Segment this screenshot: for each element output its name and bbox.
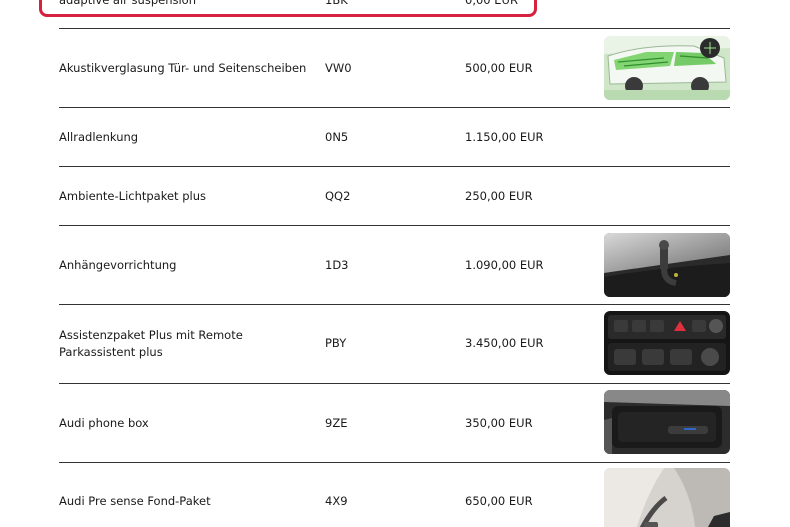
table-row: Ambiente-Lichtpaket plus QQ2 250,00 EUR <box>59 167 730 226</box>
option-price: 350,00 EUR <box>465 416 533 430</box>
option-price: 1.150,00 EUR <box>465 130 544 144</box>
option-code: PBY <box>325 336 347 350</box>
option-code: 1BK <box>325 0 348 7</box>
table-row: Assistenzpaket Plus mit Remote Parkassis… <box>59 305 730 384</box>
table-row: Allradlenkung 0N5 1.150,00 EUR <box>59 108 730 167</box>
tow-hitch-photo[interactable] <box>604 233 730 297</box>
option-code: 0N5 <box>325 130 349 144</box>
rear-seatbelt-photo[interactable] <box>604 468 730 527</box>
option-code: 9ZE <box>325 416 348 430</box>
option-name: Anhängevorrichtung <box>59 258 177 272</box>
option-name: Akustikverglasung Tür- und Seitenscheibe… <box>59 61 307 75</box>
option-code: 1D3 <box>325 258 349 272</box>
car-side-window-photo[interactable] <box>604 36 730 100</box>
option-price: 0,00 EUR <box>465 0 518 7</box>
option-name: Allradlenkung <box>59 130 139 144</box>
table-row: Anhängevorrichtung 1D3 1.090,00 EUR <box>59 226 730 305</box>
option-price: 1.090,00 EUR <box>465 258 544 272</box>
option-name: Audi Pre sense Fond-Paket <box>59 494 211 508</box>
option-name: Ambiente-Lichtpaket plus <box>59 189 206 203</box>
option-name: Assistenzpaket Plus mit Remote Parkassis… <box>59 328 243 359</box>
option-name: adaptive air suspension <box>59 0 197 7</box>
table-row: adaptive air suspension 1BK 0,00 EUR <box>59 0 730 29</box>
option-price: 3.450,00 EUR <box>465 336 544 350</box>
option-price: 250,00 EUR <box>465 189 533 203</box>
option-code: QQ2 <box>325 189 351 203</box>
option-code: VW0 <box>325 61 352 75</box>
center-console-buttons-photo[interactable] <box>604 311 730 375</box>
option-name: Audi phone box <box>59 416 149 430</box>
option-price: 650,00 EUR <box>465 494 533 508</box>
options-price-list: adaptive air suspension 1BK 0,00 EUR Aku… <box>0 0 790 527</box>
phone-box-photo[interactable] <box>604 390 730 454</box>
option-price: 500,00 EUR <box>465 61 533 75</box>
option-code: 4X9 <box>325 494 348 508</box>
table-row: Akustikverglasung Tür- und Seitenscheibe… <box>59 29 730 108</box>
table-row: Audi phone box 9ZE 350,00 EUR <box>59 384 730 463</box>
table-row: Audi Pre sense Fond-Paket 4X9 650,00 EUR <box>59 463 730 527</box>
